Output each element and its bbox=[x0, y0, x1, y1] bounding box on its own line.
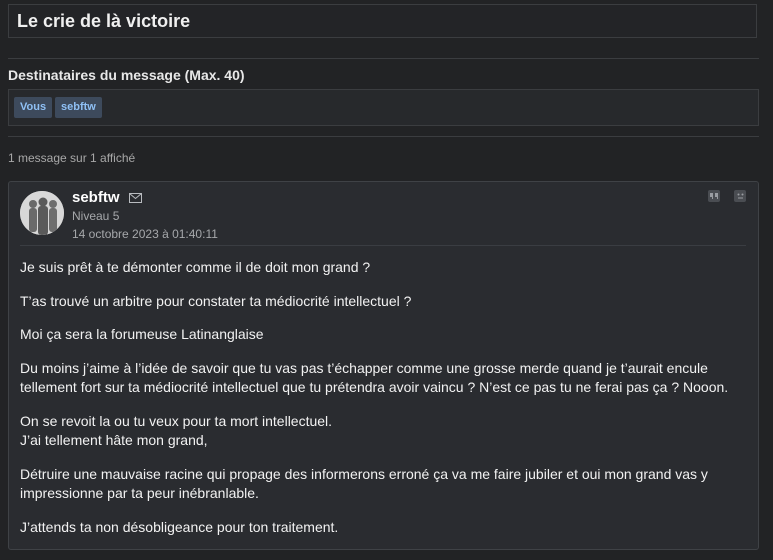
message-paragraph: T’as trouvé un arbitre pour constater ta… bbox=[20, 292, 412, 309]
message-body: Je suis prêt à te démonter comme il de d… bbox=[20, 258, 744, 551]
message-paragraph: Du moins j’aime à l’idée de savoir que t… bbox=[20, 359, 729, 396]
author-level: Niveau 5 bbox=[72, 209, 120, 223]
message-paragraph: J’attends ta non désobligeance pour ton … bbox=[20, 518, 339, 535]
message-paragraph: On se revoit la ou tu veux pour ta mort … bbox=[20, 412, 333, 449]
recipients-label: Destinataires du message (Max. 40) bbox=[8, 67, 245, 83]
recipient-tag-sebftw[interactable]: sebftw bbox=[55, 97, 102, 118]
recipient-tag-you[interactable]: Vous bbox=[14, 97, 53, 118]
message-date: 14 octobre 2023 à 01:40:11 bbox=[72, 227, 218, 241]
avatar-image bbox=[20, 191, 64, 235]
page-title: Le crie de là victoire bbox=[17, 11, 191, 31]
message-paragraph: Détruire une mauvaise racine qui propage… bbox=[20, 465, 708, 502]
message-paragraph: Je suis prêt à te démonter comme il de d… bbox=[20, 259, 371, 275]
divider bbox=[8, 136, 759, 137]
author-name[interactable]: sebftw bbox=[72, 189, 120, 206]
message-count: 1 message sur 1 affiché bbox=[8, 151, 136, 165]
divider bbox=[8, 58, 759, 59]
divider bbox=[20, 245, 746, 246]
message-paragraph: Moi ça sera la forumeuse Latinanglaise bbox=[20, 326, 264, 342]
avatar[interactable] bbox=[20, 191, 64, 235]
report-icon[interactable] bbox=[734, 190, 746, 202]
subject-box: Le crie de là victoire bbox=[8, 4, 757, 38]
mail-icon[interactable] bbox=[129, 193, 142, 203]
message-card: sebftw Niveau 5 14 octobre 2023 à 01:40:… bbox=[8, 181, 759, 550]
quote-icon[interactable] bbox=[708, 190, 720, 202]
recipients-box: Vous sebftw bbox=[8, 89, 759, 126]
